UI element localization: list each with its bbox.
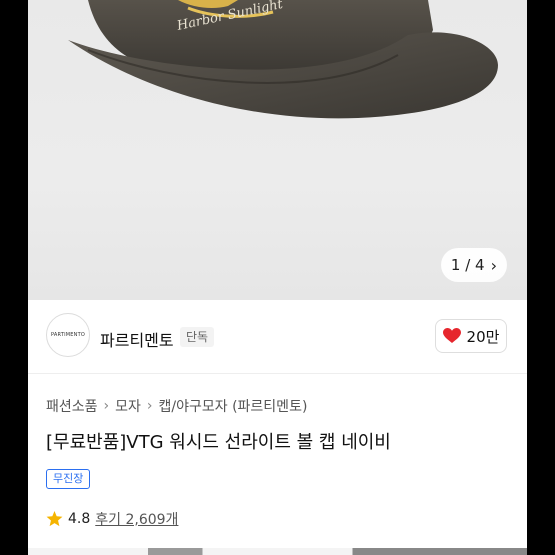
brand-name[interactable]: 파르티멘토	[100, 327, 174, 351]
star-icon	[46, 511, 63, 527]
rating-row[interactable]: 4.8 후기 2,609개	[46, 509, 178, 529]
product-image-carousel[interactable]: Harbor Sunlight 1 / 4 ›	[28, 0, 527, 300]
breadcrumb: 패션소품 › 모자 › 캡/야구모자 (파르티멘토)	[46, 396, 307, 416]
heart-icon	[442, 328, 461, 343]
next-section-edge	[28, 548, 527, 555]
exclusive-tag: 단독	[180, 327, 215, 347]
like-count: 20만	[466, 327, 500, 346]
chevron-right-icon: ›	[103, 398, 110, 414]
breadcrumb-item[interactable]: 캡/야구모자 (파르티멘토)	[159, 396, 308, 416]
rating-score: 4.8	[68, 511, 91, 527]
brand-row[interactable]: PARTIMENTO 파르티멘토 단독 20만	[28, 300, 527, 374]
chevron-right-icon: ›	[146, 398, 153, 414]
image-counter[interactable]: 1 / 4 ›	[440, 248, 507, 282]
image-counter-label: 1 / 4	[450, 256, 485, 274]
delivery-badge: 무진장	[46, 469, 91, 489]
brand-logo[interactable]: PARTIMENTO	[46, 313, 90, 357]
chevron-right-icon[interactable]: ›	[491, 256, 497, 275]
breadcrumb-item[interactable]: 모자	[115, 396, 141, 416]
product-title: [무료반품]VTG 워시드 선라이트 볼 캡 네이비	[46, 432, 391, 453]
like-button[interactable]: 20만	[435, 319, 507, 353]
breadcrumb-item[interactable]: 패션소품	[46, 396, 98, 416]
product-page: Harbor Sunlight 1 / 4 › PARTIMENTO 파르티멘토…	[28, 0, 527, 555]
review-count-link[interactable]: 후기 2,609개	[95, 509, 178, 529]
